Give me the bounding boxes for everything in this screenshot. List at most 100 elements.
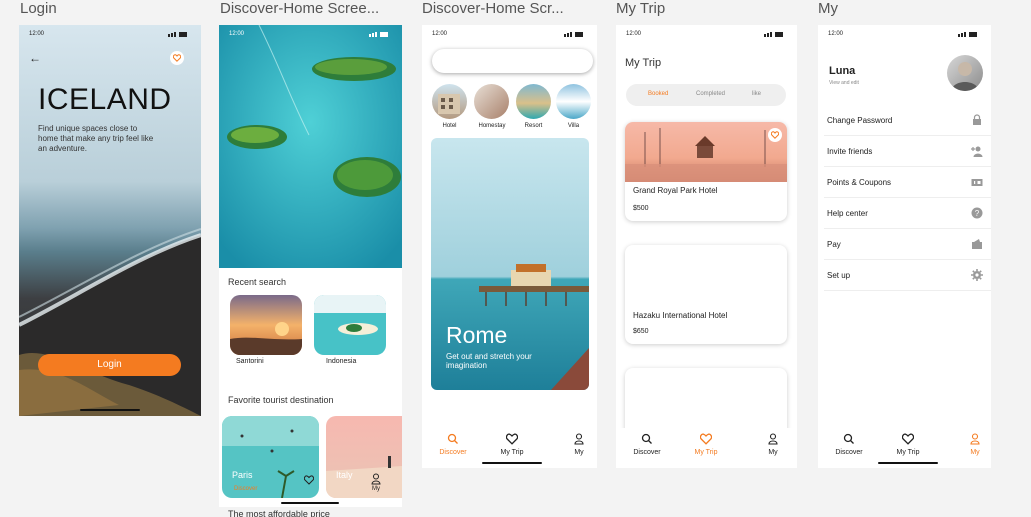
status-time: 12:00 xyxy=(29,31,45,37)
signal-icon xyxy=(368,31,392,37)
category-homestay-image[interactable] xyxy=(474,84,509,119)
status-bar: 12:00 xyxy=(422,25,597,41)
search-icon xyxy=(447,433,458,444)
nav-discover-label: Discover xyxy=(633,449,661,456)
nav-mytrip[interactable]: My Trip xyxy=(676,432,736,456)
heart-icon[interactable] xyxy=(768,128,782,142)
heart-icon[interactable] xyxy=(303,472,315,490)
menu-label: Set up xyxy=(827,271,851,280)
menu-label: Points & Coupons xyxy=(827,178,892,187)
trip-card-grand-royal[interactable]: Grand Royal Park Hotel $500 xyxy=(625,122,787,221)
hero-title: Rome xyxy=(446,322,508,348)
login-button[interactable]: Login xyxy=(38,354,181,376)
nav-my[interactable]: My xyxy=(743,432,797,456)
category-label-homestay: Homestay xyxy=(478,123,506,129)
nav-my[interactable]: My xyxy=(549,432,597,456)
category-hotel-image[interactable] xyxy=(432,84,467,119)
my-screen: 12:00 Luna View and edit Change Password… xyxy=(818,25,991,468)
back-arrow-icon[interactable]: ← xyxy=(29,51,41,65)
nav-my[interactable]: My xyxy=(945,432,991,456)
bottom-nav: Discover My Trip My xyxy=(616,428,797,468)
menu-item-help-center[interactable]: Help center ? xyxy=(824,198,991,229)
signal-icon xyxy=(763,31,787,37)
status-bar: 12:00 xyxy=(19,25,201,41)
search-input[interactable] xyxy=(432,49,593,73)
gear-icon xyxy=(971,269,983,281)
wallet-icon xyxy=(972,239,982,249)
avatar[interactable] xyxy=(947,55,983,91)
intro-text: Find unique spaces close to home that ma… xyxy=(38,124,154,153)
trip-card-name: Grand Royal Park Hotel xyxy=(633,186,718,195)
menu-item-pay[interactable]: Pay xyxy=(824,229,991,260)
login-screen: 12:00 ← ICELAND Find unique spaces close… xyxy=(19,25,201,416)
nav-my-label: My xyxy=(970,449,980,456)
category-villa-image[interactable] xyxy=(556,84,591,119)
coupon-icon xyxy=(971,179,983,186)
nav-mytrip[interactable]: My Trip xyxy=(878,432,938,456)
tab-completed[interactable]: Completed xyxy=(696,91,725,97)
menu-label: Invite friends xyxy=(827,147,873,156)
status-bar: 12:00 xyxy=(616,25,797,41)
menu-item-invite-friends[interactable]: Invite friends xyxy=(824,136,991,167)
trip-tabs: Booked Completed like xyxy=(626,84,786,106)
add-user-icon xyxy=(971,146,983,157)
signal-icon xyxy=(167,31,191,37)
signal-icon xyxy=(563,31,587,37)
discover-home-screen-2: 12:00 Hotel Homestay Resort Villa Rome G… xyxy=(422,25,597,468)
discover-home-screen-1: 12:00 Recent search Santorini Indonesia … xyxy=(219,25,402,507)
recent-label-indonesia: Indonesia xyxy=(326,358,357,365)
frame-label-my: My xyxy=(818,0,838,17)
nav-discover[interactable]: Discover xyxy=(423,432,483,456)
frame-label-discover-2: Discover-Home Scr... xyxy=(422,0,564,17)
nav-mytrip[interactable]: My Trip xyxy=(482,432,542,456)
hero-subtitle: Get out and stretch your imagination xyxy=(446,352,532,370)
tab-like[interactable]: like xyxy=(752,91,761,97)
favorite-card-italy[interactable]: Italy My xyxy=(326,416,402,498)
nav-discover-label: Discover xyxy=(439,449,467,456)
heart-icon xyxy=(506,433,518,445)
favorite-label-paris: Paris xyxy=(232,470,253,480)
bottom-nav: Discover My Trip My xyxy=(422,428,597,468)
home-indicator xyxy=(482,462,542,464)
category-resort-image[interactable] xyxy=(516,84,551,119)
status-time: 12:00 xyxy=(626,31,642,37)
overlay-nav-my: My xyxy=(372,486,380,492)
nav-mytrip-label: My Trip xyxy=(694,449,718,456)
trip-card-price: $500 xyxy=(633,205,649,212)
user-icon xyxy=(768,433,778,445)
recent-card-indonesia[interactable] xyxy=(314,295,386,355)
status-bar: 12:00 xyxy=(219,25,402,41)
italy-beach-image xyxy=(326,416,402,498)
frame-label-discover-1: Discover-Home Scree... xyxy=(220,0,380,17)
hero-card-rome[interactable]: Rome Get out and stretch your imaginatio… xyxy=(431,138,589,390)
heart-icon[interactable] xyxy=(170,51,184,65)
page-title: My Trip xyxy=(625,57,662,69)
frame-label-login: Login xyxy=(20,0,57,17)
recent-card-santorini[interactable] xyxy=(230,295,302,355)
status-time: 12:00 xyxy=(432,31,448,37)
aerial-island-image[interactable] xyxy=(219,25,402,268)
home-indicator xyxy=(878,462,938,464)
profile-subtitle[interactable]: View and edit xyxy=(829,80,859,86)
menu-item-set-up[interactable]: Set up xyxy=(824,260,991,291)
favorite-card-paris[interactable]: Paris Discover xyxy=(222,416,319,498)
trip-card-name: Hazaku International Hotel xyxy=(633,311,728,320)
menu-item-change-password[interactable]: Change Password xyxy=(824,105,991,136)
trip-card-hazaku[interactable]: Hazaku International Hotel $650 xyxy=(625,245,787,344)
heart-icon xyxy=(902,433,914,445)
recent-search-title: Recent search xyxy=(228,277,287,287)
my-trip-screen: 12:00 My Trip Booked Completed like Gran… xyxy=(616,25,797,468)
home-indicator xyxy=(281,502,339,504)
menu-label: Change Password xyxy=(827,116,893,125)
nav-discover[interactable]: Discover xyxy=(617,432,677,456)
menu-item-points-coupons[interactable]: Points & Coupons xyxy=(824,167,991,198)
indonesia-image xyxy=(314,295,386,355)
bottom-nav: Discover My Trip My xyxy=(818,428,991,468)
nav-discover-label: Discover xyxy=(835,449,863,456)
tab-booked[interactable]: Booked xyxy=(648,91,668,97)
grand-royal-hotel-image xyxy=(625,122,787,182)
status-bar: 12:00 xyxy=(818,25,991,41)
heart-icon xyxy=(700,433,712,445)
menu-label: Pay xyxy=(827,240,841,249)
nav-discover[interactable]: Discover xyxy=(819,432,879,456)
